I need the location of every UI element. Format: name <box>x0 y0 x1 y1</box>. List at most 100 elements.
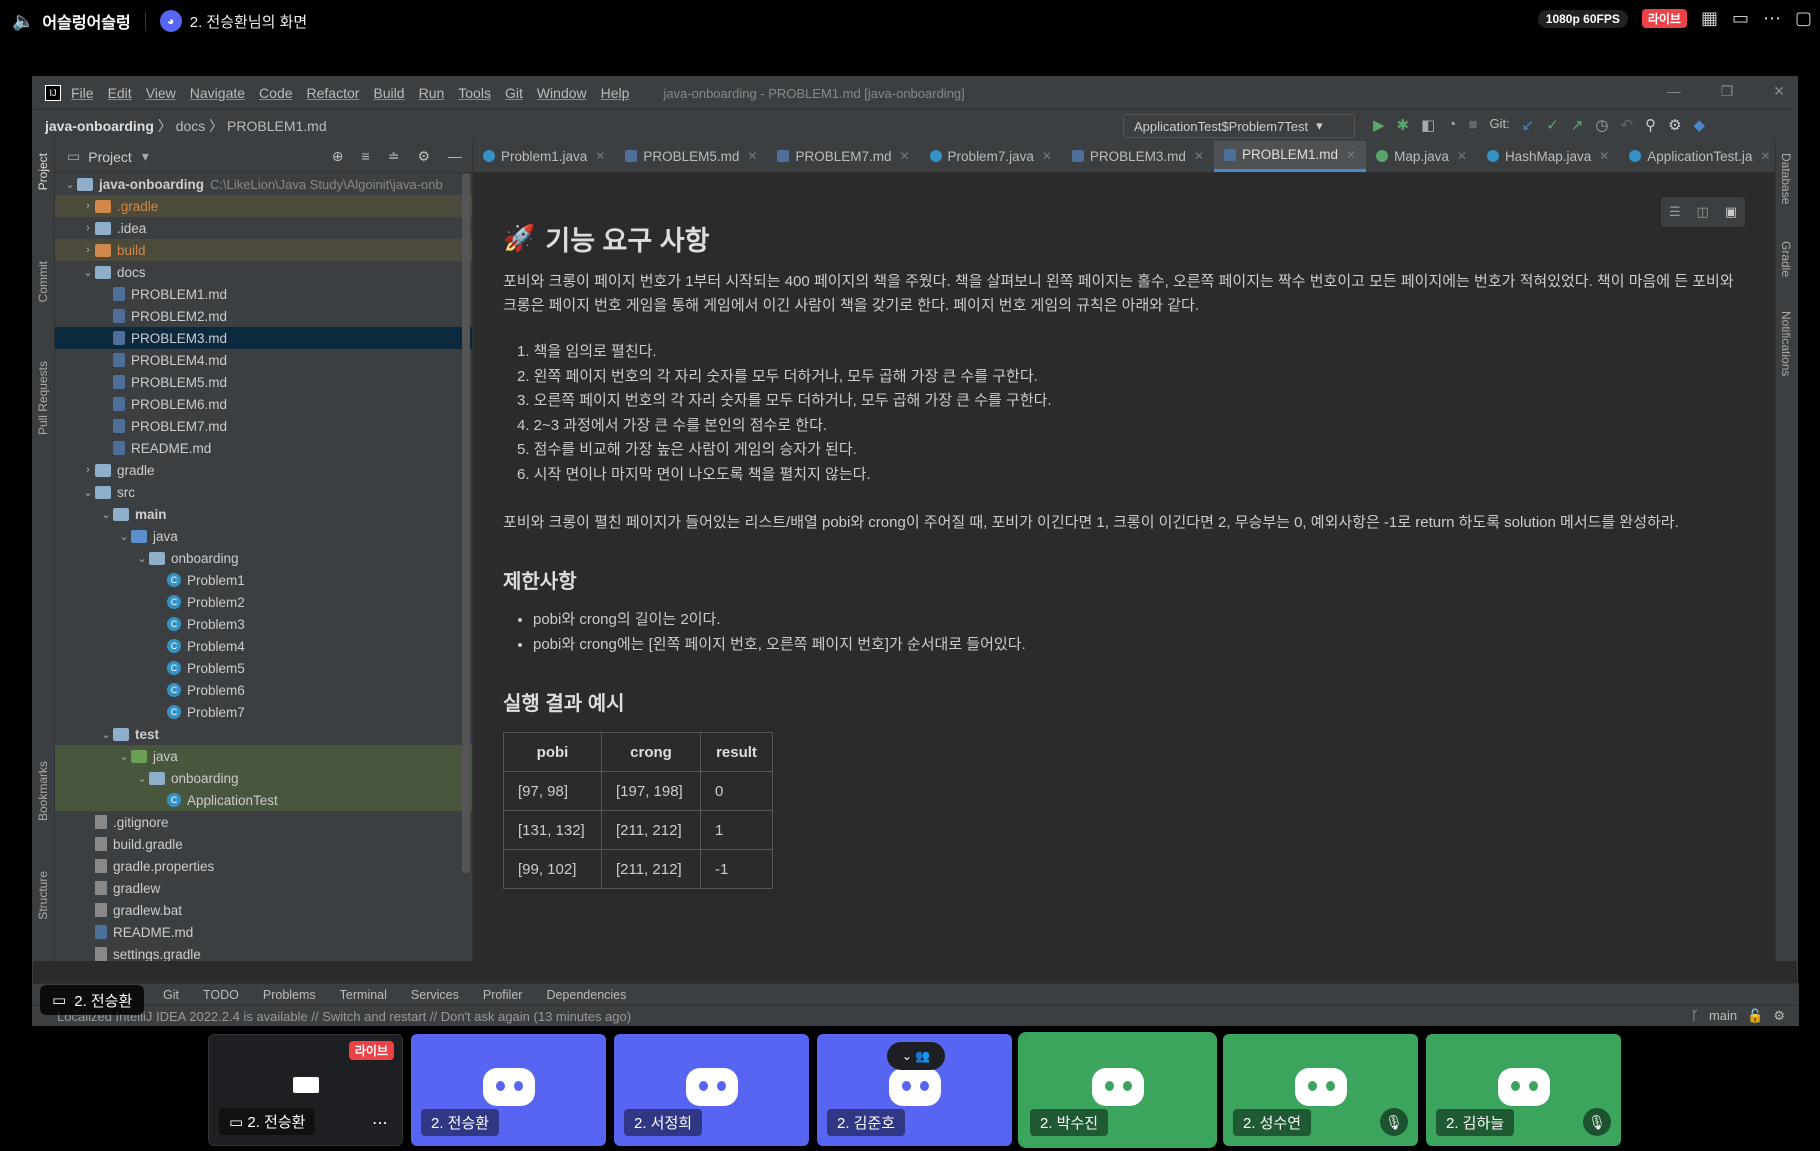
tool-tab-pull-requests[interactable]: Pull Requests <box>36 361 50 435</box>
lock-icon[interactable]: 🔓 <box>1747 1008 1763 1024</box>
tree-item[interactable]: gradlew.bat <box>55 899 472 921</box>
minimize-icon[interactable]: — <box>1667 83 1681 100</box>
split-view-icon[interactable]: ◫ <box>1697 204 1709 220</box>
tree-item[interactable]: PROBLEM5.md <box>55 371 472 393</box>
chevron-down-icon[interactable]: ⌄ <box>117 750 131 763</box>
menu-run[interactable]: Run <box>419 85 445 101</box>
tree-item[interactable]: C ApplicationTest <box>55 789 472 811</box>
participant-tile[interactable]: 라이브 ⋯ ▭ 2. 전승환 <box>208 1034 403 1146</box>
close-icon[interactable]: ✕ <box>747 149 757 163</box>
tool-tab-bookmarks[interactable]: Bookmarks <box>36 761 50 821</box>
tool-tab-project[interactable]: Project <box>36 153 50 190</box>
tool-tab-notifications[interactable]: Notifications <box>1779 311 1793 376</box>
tool-tab-git[interactable]: Git <box>163 988 179 1002</box>
participant-tile[interactable]: 2. 전승환 <box>411 1034 606 1146</box>
tree-item[interactable]: README.md <box>55 921 472 943</box>
tree-scrollbar[interactable] <box>462 173 470 873</box>
tree-item[interactable]: README.md <box>55 437 472 459</box>
git-commit-icon[interactable]: ✓ <box>1546 116 1559 134</box>
tree-item[interactable]: ⌄ src <box>55 481 472 503</box>
menu-refactor[interactable]: Refactor <box>307 85 360 101</box>
tool-tab-profiler[interactable]: Profiler <box>483 988 523 1002</box>
breadcrumb-folder[interactable]: docs <box>176 118 206 134</box>
participant-tile[interactable]: 2. 서정희 <box>614 1034 809 1146</box>
tool-tab-services[interactable]: Services <box>411 988 459 1002</box>
tree-item[interactable]: C Problem3 <box>55 613 472 635</box>
chevron-down-icon[interactable]: ⌄ <box>135 552 149 565</box>
close-icon[interactable]: ✕ <box>899 149 909 163</box>
grid-layout-icon[interactable]: ▦ <box>1701 8 1718 29</box>
close-icon[interactable]: ✕ <box>1773 83 1785 100</box>
close-icon[interactable]: ✕ <box>1760 149 1770 163</box>
chevron-down-icon[interactable]: ⌄ <box>81 266 95 279</box>
project-view-select[interactable]: Project <box>88 149 132 165</box>
git-branch[interactable]: main <box>1709 1008 1737 1024</box>
locate-icon[interactable]: ⊕ <box>332 148 344 165</box>
tree-item[interactable]: C Problem6 <box>55 679 472 701</box>
settings-icon[interactable]: ⚙ <box>1668 116 1681 134</box>
tree-item[interactable]: PROBLEM7.md <box>55 415 472 437</box>
editor-tab[interactable]: PROBLEM1.md ✕ <box>1214 141 1367 172</box>
preview-only-icon[interactable]: ▣ <box>1725 204 1737 220</box>
tree-item[interactable]: › build <box>55 239 472 261</box>
tree-item[interactable]: › gradle <box>55 459 472 481</box>
chevron-right-icon[interactable]: › <box>81 222 95 234</box>
menu-help[interactable]: Help <box>601 85 630 101</box>
close-icon[interactable]: ✕ <box>595 149 605 163</box>
run-configuration-select[interactable]: ApplicationTest$Problem7Test ▾ <box>1123 114 1355 138</box>
participant-tile[interactable]: ⌄ 👥 2. 김준호 <box>817 1034 1012 1146</box>
git-update-icon[interactable]: ↙ <box>1522 116 1535 134</box>
chevron-right-icon[interactable]: › <box>81 200 95 212</box>
more-icon[interactable]: ⋯ <box>372 1113 388 1133</box>
editor-tab[interactable]: Map.java ✕ <box>1366 141 1477 172</box>
menu-file[interactable]: File <box>71 85 94 101</box>
tool-tab-todo[interactable]: TODO <box>203 988 239 1002</box>
speaker-icon[interactable]: 🔈 <box>12 11 34 32</box>
tree-item[interactable]: › .gradle <box>55 195 472 217</box>
run-icon[interactable]: ▶ <box>1373 116 1385 134</box>
tree-item[interactable]: gradlew <box>55 877 472 899</box>
tree-item[interactable]: ⌄ onboarding <box>55 547 472 569</box>
tool-tab-problems[interactable]: Problems <box>263 988 316 1002</box>
menu-view[interactable]: View <box>146 85 176 101</box>
chat-icon[interactable]: ▢ <box>1795 8 1812 29</box>
close-icon[interactable]: ✕ <box>1599 149 1609 163</box>
breadcrumb-project[interactable]: java-onboarding <box>45 118 154 134</box>
history-icon[interactable]: ◷ <box>1595 116 1608 134</box>
participant-tile[interactable]: 2. 박수진 <box>1018 1032 1217 1148</box>
editor-only-icon[interactable]: ☰ <box>1669 204 1681 220</box>
editor-tab[interactable]: ApplicationTest.ja ✕ <box>1619 141 1775 172</box>
popout-icon[interactable]: ▭ <box>1732 8 1749 29</box>
tree-item[interactable]: ⌄ main <box>55 503 472 525</box>
tree-item[interactable]: PROBLEM1.md <box>55 283 472 305</box>
expand-all-icon[interactable]: ≡ <box>362 148 370 165</box>
notifications-icon[interactable]: ⚙ <box>1773 1008 1785 1024</box>
menu-tools[interactable]: Tools <box>458 85 491 101</box>
menu-navigate[interactable]: Navigate <box>190 85 245 101</box>
git-push-icon[interactable]: ↗ <box>1571 116 1584 134</box>
tree-item[interactable]: C Problem1 <box>55 569 472 591</box>
close-icon[interactable]: ✕ <box>1457 149 1467 163</box>
close-icon[interactable]: ✕ <box>1042 149 1052 163</box>
tree-item[interactable]: build.gradle <box>55 833 472 855</box>
toolbox-icon[interactable]: ◆ <box>1694 116 1706 134</box>
chevron-down-icon[interactable]: ⌄ <box>81 486 95 499</box>
tree-item[interactable]: ⌄ test <box>55 723 472 745</box>
collapse-all-icon[interactable]: ≐ <box>388 148 400 165</box>
participant-tile[interactable]: 2. 김하늘 🎙 <box>1426 1034 1621 1146</box>
editor-tab[interactable]: HashMap.java ✕ <box>1477 141 1619 172</box>
tool-tab-commit[interactable]: Commit <box>36 261 50 302</box>
editor-tab[interactable]: PROBLEM7.md ✕ <box>767 141 919 172</box>
tree-item[interactable]: .gitignore <box>55 811 472 833</box>
close-icon[interactable]: ✕ <box>1346 148 1356 162</box>
profile-icon[interactable]: ◔ <box>1447 116 1456 134</box>
tool-tab-dependencies[interactable]: Dependencies <box>546 988 626 1002</box>
menu-code[interactable]: Code <box>259 85 292 101</box>
breadcrumb-file[interactable]: PROBLEM1.md <box>227 118 327 134</box>
search-icon[interactable]: ⚲ <box>1645 116 1656 134</box>
maximize-icon[interactable]: ❐ <box>1721 83 1734 100</box>
chevron-down-icon[interactable]: ⌄ <box>99 508 113 521</box>
menu-window[interactable]: Window <box>537 85 587 101</box>
menu-git[interactable]: Git <box>505 85 523 101</box>
tree-item[interactable]: ⌄ java-onboarding C:\LikeLion\Java Study\A… <box>55 173 472 195</box>
